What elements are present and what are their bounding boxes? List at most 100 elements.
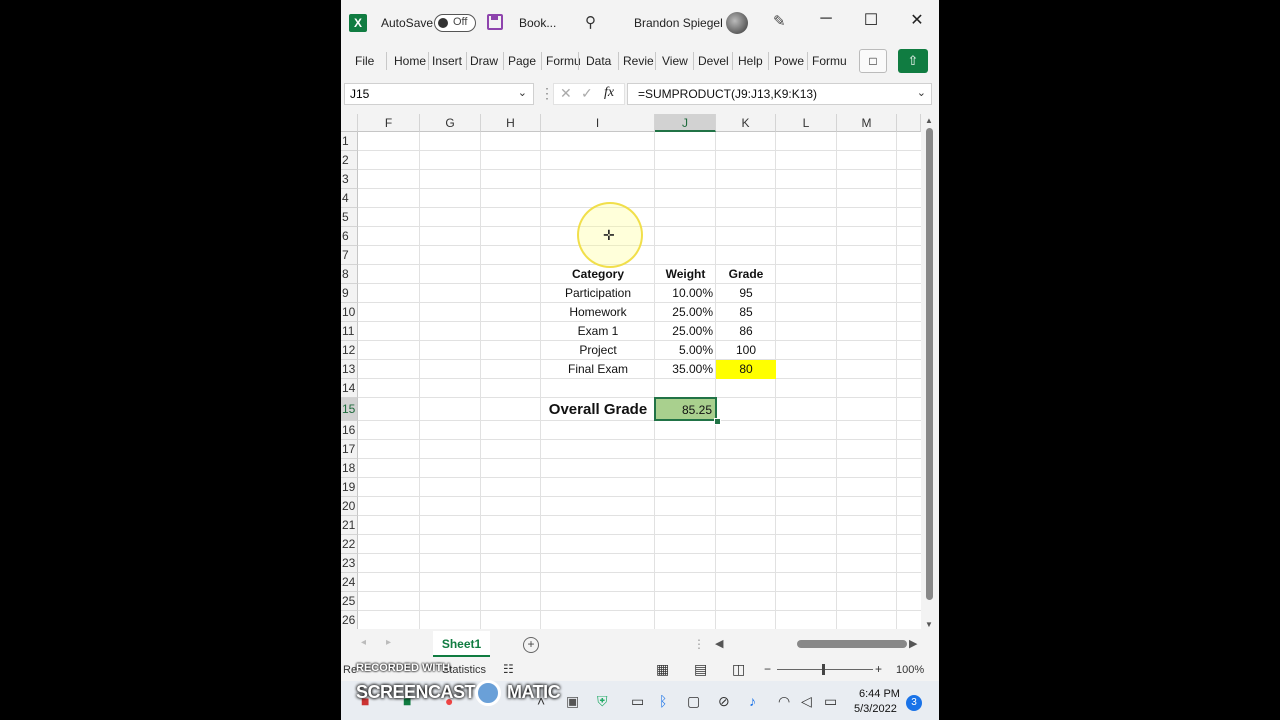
scroll-thumb[interactable] <box>926 128 933 600</box>
tab-draw[interactable]: Draw <box>470 54 498 68</box>
pen-icon[interactable]: ✎ <box>773 12 786 30</box>
insert-function-icon[interactable]: fx <box>604 85 614 101</box>
tab-insert[interactable]: Insert <box>432 54 462 68</box>
cell-grade-highlighted[interactable]: 80 <box>716 360 776 379</box>
scroll-right-icon[interactable]: ▶ <box>909 637 917 650</box>
taskbar-time[interactable]: 6:44 PM <box>859 688 900 700</box>
user-name[interactable]: Brandon Spiegel <box>634 16 723 30</box>
tab-view[interactable]: View <box>662 54 688 68</box>
app-tray-icon[interactable]: ▣ <box>566 693 579 710</box>
scroll-down-icon[interactable]: ▼ <box>925 620 933 629</box>
accessibility-icon[interactable]: ☷ <box>503 662 514 676</box>
zoom-out-button[interactable]: − <box>764 662 771 676</box>
cell-weight[interactable]: 25.00% <box>655 322 716 341</box>
battery-icon[interactable]: ▭ <box>824 693 837 710</box>
cell-category[interactable]: Participation <box>541 284 655 303</box>
volume-icon[interactable]: ◁ <box>801 693 812 710</box>
name-box[interactable]: J15 ⌄ <box>344 83 534 105</box>
tab-help[interactable]: Help <box>738 54 763 68</box>
column-header-f[interactable]: F <box>358 114 420 132</box>
row-header[interactable]: 11 <box>341 322 358 341</box>
row-header[interactable]: 10 <box>341 303 358 322</box>
row-header[interactable]: 22 <box>341 535 358 554</box>
row-header[interactable]: 16 <box>341 421 358 440</box>
microphone-icon[interactable]: ♪ <box>749 693 756 709</box>
cell-grade[interactable]: 95 <box>716 284 776 303</box>
avatar[interactable] <box>726 12 748 34</box>
scroll-up-icon[interactable]: ▲ <box>925 116 933 125</box>
tab-review[interactable]: Revie <box>623 54 654 68</box>
cell-weight[interactable]: 10.00% <box>655 284 716 303</box>
tab-page[interactable]: Page <box>508 54 536 68</box>
tab-home[interactable]: Home <box>394 54 426 68</box>
notification-badge[interactable]: 3 <box>906 695 922 711</box>
prev-sheet-icon[interactable]: ◂ <box>361 637 366 648</box>
column-header-n[interactable] <box>897 114 921 132</box>
chevron-down-icon[interactable]: ⌄ <box>917 86 926 99</box>
scroll-left-icon[interactable]: ◀ <box>715 637 723 650</box>
row-header[interactable]: 2 <box>341 151 358 170</box>
column-header-i[interactable]: I <box>541 114 655 132</box>
column-header-j[interactable]: J <box>655 114 716 132</box>
app-icon[interactable]: ▢ <box>687 693 700 710</box>
row-header[interactable]: 9 <box>341 284 358 303</box>
row-header[interactable]: 26 <box>341 611 358 629</box>
row-header[interactable]: 15 <box>341 398 358 421</box>
sync-icon[interactable]: ⊘ <box>718 693 730 710</box>
normal-view-icon[interactable]: ▦ <box>656 661 669 678</box>
row-header[interactable]: 20 <box>341 497 358 516</box>
minimize-button[interactable]: ─ <box>811 10 841 28</box>
row-header[interactable]: 21 <box>341 516 358 535</box>
next-sheet-icon[interactable]: ▸ <box>386 637 391 648</box>
row-header[interactable]: 4 <box>341 189 358 208</box>
tab-formulas[interactable]: Formu <box>546 54 581 68</box>
column-header-k[interactable]: K <box>716 114 776 132</box>
comments-button[interactable]: □ <box>859 49 887 73</box>
tab-power[interactable]: Powe <box>774 54 804 68</box>
search-icon[interactable]: ⚲ <box>585 13 596 31</box>
cell-grade[interactable]: 85 <box>716 303 776 322</box>
spreadsheet-grid[interactable]: F G H I J K L M 1 2 3 4 5 6 7 8 9 10 11 … <box>341 114 921 629</box>
share-button[interactable]: ⇧ <box>898 49 928 73</box>
row-header[interactable]: 17 <box>341 440 358 459</box>
select-all-corner[interactable] <box>341 114 358 132</box>
zoom-in-button[interactable]: + <box>875 662 882 676</box>
row-header[interactable]: 13 <box>341 360 358 379</box>
overall-grade-value[interactable]: 85.25 <box>654 397 717 421</box>
cancel-icon[interactable]: ✕ <box>560 85 572 102</box>
autosave-toggle[interactable]: Off <box>434 14 476 32</box>
add-sheet-button[interactable]: + <box>523 637 539 653</box>
header-weight[interactable]: Weight <box>655 265 716 284</box>
cell-weight[interactable]: 5.00% <box>655 341 716 360</box>
row-header[interactable]: 3 <box>341 170 358 189</box>
sheet-tab-sheet1[interactable]: Sheet1 <box>433 631 490 657</box>
cell-weight[interactable]: 25.00% <box>655 303 716 322</box>
taskbar-date[interactable]: 5/3/2022 <box>854 703 897 715</box>
page-layout-icon[interactable]: ▤ <box>694 661 707 678</box>
cell-grade[interactable]: 86 <box>716 322 776 341</box>
cell-category[interactable]: Final Exam <box>541 360 655 379</box>
row-header[interactable]: 7 <box>341 246 358 265</box>
tab-file[interactable]: File <box>355 54 374 68</box>
workbook-name[interactable]: Book... <box>519 16 556 30</box>
row-header[interactable]: 19 <box>341 478 358 497</box>
cell-grade[interactable]: 100 <box>716 341 776 360</box>
formula-input[interactable]: =SUMPRODUCT(J9:J13,K9:K13) ⌄ <box>627 83 932 105</box>
vertical-scrollbar[interactable]: ▲ ▼ <box>921 114 939 629</box>
zoom-slider[interactable] <box>777 669 873 670</box>
bluetooth-icon[interactable]: ᛒ <box>659 693 667 709</box>
cell-category[interactable]: Exam 1 <box>541 322 655 341</box>
tab-data[interactable]: Data <box>586 54 611 68</box>
row-header[interactable]: 6 <box>341 227 358 246</box>
enter-icon[interactable]: ✓ <box>581 85 593 102</box>
cell-weight[interactable]: 35.00% <box>655 360 716 379</box>
tab-format[interactable]: Formu <box>812 54 847 68</box>
page-break-icon[interactable]: ◫ <box>732 661 745 678</box>
wifi-icon[interactable]: ◠ <box>778 693 790 710</box>
overall-grade-label[interactable]: Overall Grade <box>541 398 655 421</box>
horizontal-scroll-thumb[interactable] <box>797 640 907 648</box>
row-header[interactable]: 5 <box>341 208 358 227</box>
header-category[interactable]: Category <box>541 265 655 284</box>
column-header-h[interactable]: H <box>481 114 541 132</box>
row-header[interactable]: 1 <box>341 132 358 151</box>
